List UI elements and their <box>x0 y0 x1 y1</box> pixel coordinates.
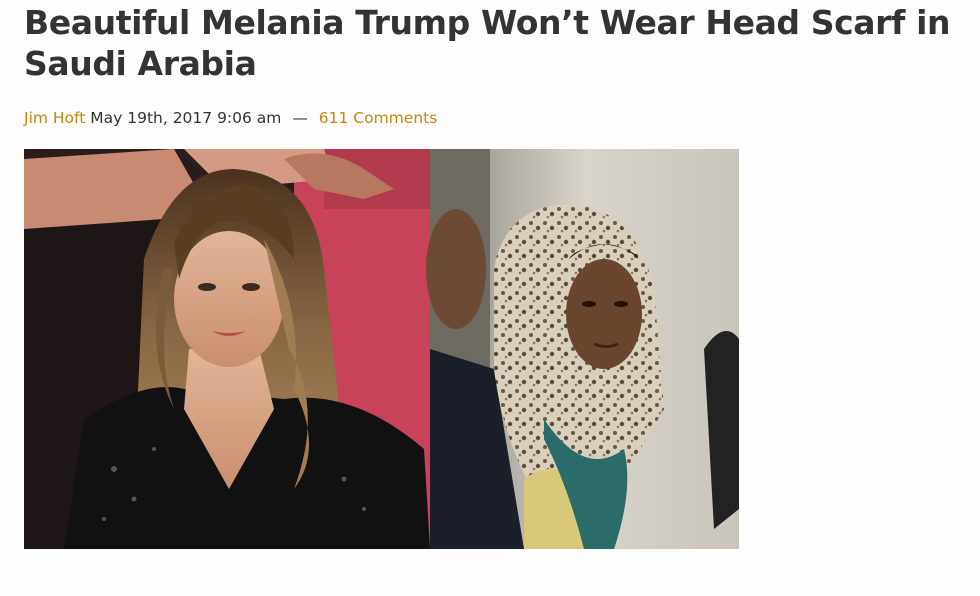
post-date: May 19th, 2017 9:06 am <box>90 109 282 127</box>
meta-separator: — <box>292 109 308 127</box>
article-title: Beautiful Melania Trump Won’t Wear Head … <box>24 3 951 83</box>
article-meta: Jim Hoft May 19th, 2017 9:06 am — 611 Co… <box>24 108 954 128</box>
article: Beautiful Melania Trump Won’t Wear Head … <box>24 0 954 128</box>
featured-image-graphic <box>24 149 739 549</box>
author-link[interactable]: Jim Hoft <box>24 109 85 127</box>
left-photo <box>24 149 430 549</box>
comments-link[interactable]: 611 Comments <box>319 109 438 127</box>
right-photo <box>426 149 739 549</box>
featured-image <box>24 149 739 549</box>
article-page: Beautiful Melania Trump Won’t Wear Head … <box>0 0 980 596</box>
